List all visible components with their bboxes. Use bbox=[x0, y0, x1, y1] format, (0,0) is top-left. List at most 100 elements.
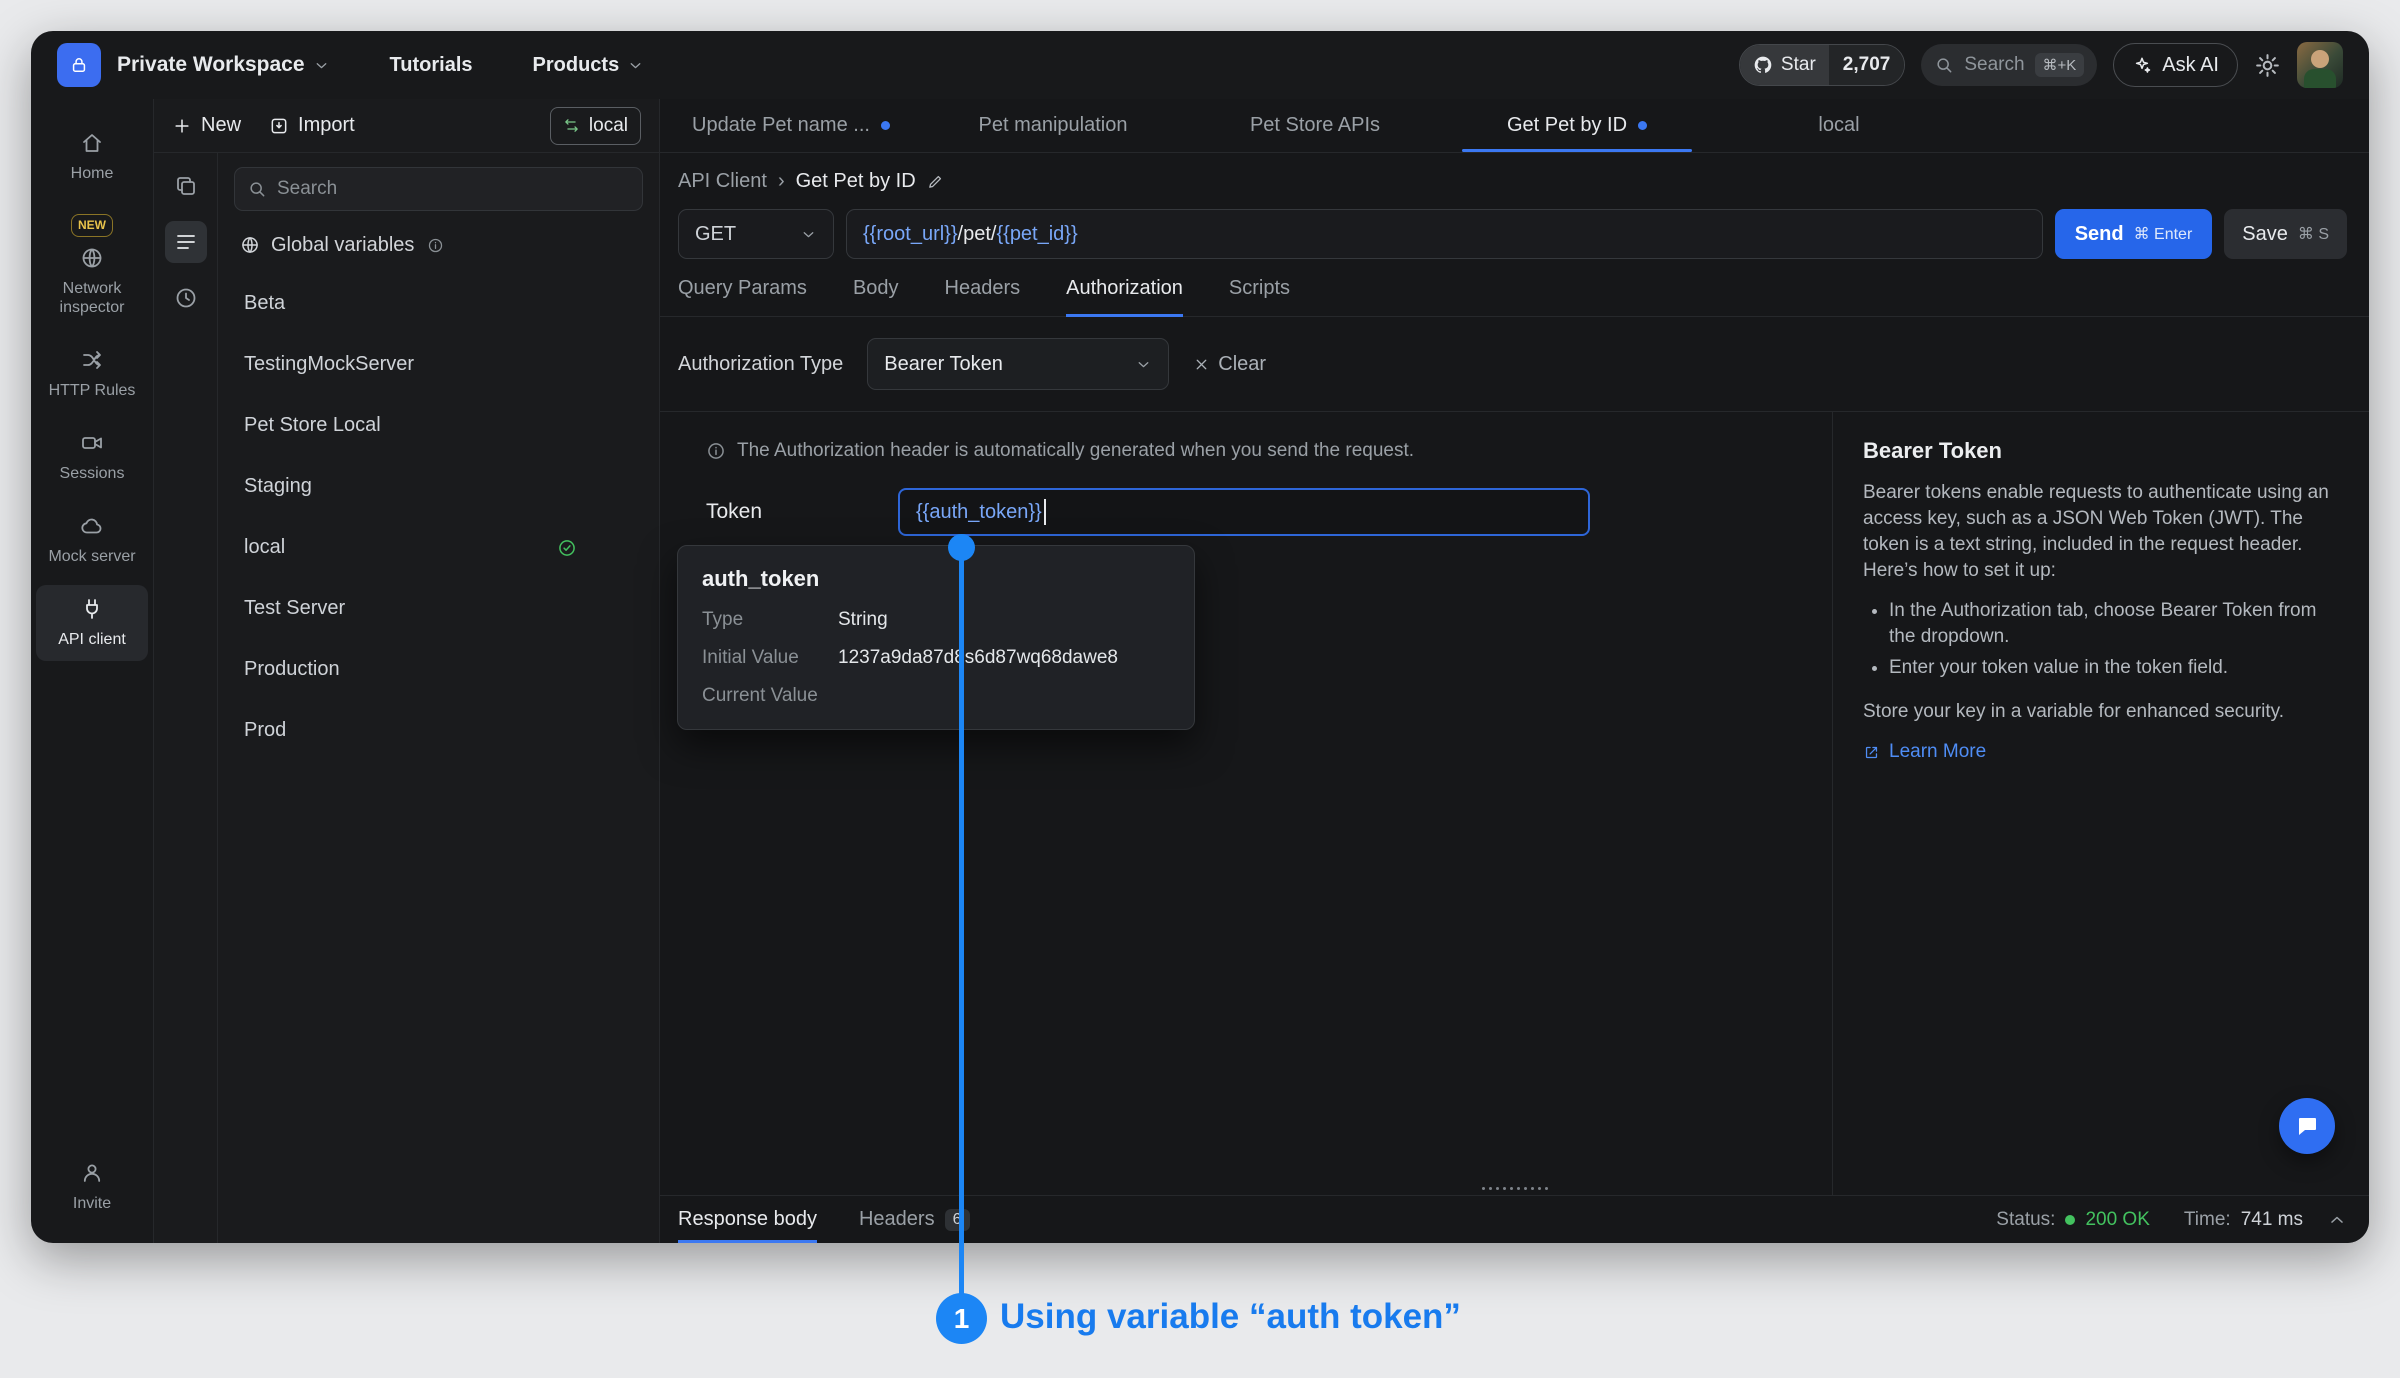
rename-request-button[interactable] bbox=[927, 173, 944, 190]
response-bar: Response body Headers 6 Status: 200 OK T… bbox=[660, 1195, 2369, 1243]
environment-item[interactable]: Test Server bbox=[234, 578, 643, 639]
import-button[interactable]: Import bbox=[269, 114, 355, 137]
settings-button[interactable] bbox=[2254, 52, 2281, 79]
copy-icon bbox=[174, 174, 198, 198]
token-label: Token bbox=[706, 500, 898, 524]
status-label: Status: bbox=[1996, 1209, 2055, 1231]
environment-item[interactable]: Pet Store Local bbox=[234, 395, 643, 456]
sidebar-item-http-rules[interactable]: HTTP Rules bbox=[36, 336, 148, 412]
global-search-button[interactable]: Search ⌘+K bbox=[1921, 44, 2097, 86]
environment-item[interactable]: Beta bbox=[234, 273, 643, 334]
home-icon bbox=[80, 131, 104, 155]
tab-get-pet-by-id[interactable]: Get Pet by ID bbox=[1446, 99, 1708, 152]
environment-item[interactable]: TestingMockServer bbox=[234, 334, 643, 395]
learn-more-link[interactable]: Learn More bbox=[1863, 741, 1986, 763]
globe-icon bbox=[240, 235, 260, 255]
chevron-down-icon bbox=[313, 57, 330, 74]
authorization-info: The Authorization header is automaticall… bbox=[660, 412, 1832, 462]
variable-type-value: String bbox=[838, 609, 1170, 631]
environment-item[interactable]: Production bbox=[234, 639, 643, 700]
list-icon bbox=[174, 230, 198, 254]
tab-local[interactable]: local bbox=[1708, 99, 1970, 152]
sidebar-item-api-client[interactable]: API client bbox=[36, 585, 148, 661]
github-star-count: 2,707 bbox=[1829, 45, 1905, 85]
sidebar-item-home[interactable]: Home bbox=[36, 119, 148, 195]
breadcrumb-current: Get Pet by ID bbox=[796, 170, 916, 193]
tab-query-params[interactable]: Query Params bbox=[678, 261, 807, 316]
sidebar-item-network-inspector[interactable]: NEW Network inspector bbox=[36, 202, 148, 329]
tab-authorization[interactable]: Authorization bbox=[1066, 261, 1183, 316]
variable-type-label: Type bbox=[702, 609, 838, 631]
swap-icon bbox=[563, 117, 580, 134]
tab-body[interactable]: Body bbox=[853, 261, 899, 316]
request-tabstrip: Update Pet name ... Pet manipulation Pet… bbox=[660, 99, 2369, 153]
pencil-icon bbox=[927, 173, 944, 190]
time-label: Time: bbox=[2184, 1209, 2231, 1231]
save-shortcut: ⌘ S bbox=[2298, 224, 2329, 244]
active-environment-check-icon bbox=[557, 538, 577, 558]
github-star-button[interactable]: Star 2,707 bbox=[1739, 44, 1905, 86]
resize-handle[interactable] bbox=[1482, 1187, 1548, 1190]
chat-widget-button[interactable] bbox=[2279, 1098, 2335, 1154]
annotation-label: Using variable “auth token” bbox=[1000, 1297, 1461, 1337]
global-variables-row[interactable]: Global variables bbox=[234, 217, 643, 273]
tab-update-pet-name[interactable]: Update Pet name ... bbox=[660, 99, 922, 152]
save-button[interactable]: Save ⌘ S bbox=[2224, 209, 2347, 259]
collections-tab[interactable] bbox=[165, 165, 207, 207]
menu-products[interactable]: Products bbox=[533, 54, 645, 77]
breadcrumb-root[interactable]: API Client bbox=[678, 170, 767, 193]
tab-pet-manipulation[interactable]: Pet manipulation bbox=[922, 99, 1184, 152]
history-tab[interactable] bbox=[165, 277, 207, 319]
collapse-response-button[interactable] bbox=[2327, 1210, 2347, 1230]
menu-tutorials[interactable]: Tutorials bbox=[390, 54, 473, 77]
close-icon bbox=[1193, 356, 1210, 373]
search-icon bbox=[1934, 55, 1954, 75]
chevron-down-icon bbox=[1135, 356, 1152, 373]
topbar-right: Star 2,707 Search ⌘+K Ask AI bbox=[1739, 42, 2343, 88]
environment-item[interactable]: Prod bbox=[234, 700, 643, 761]
headers-count-badge: 6 bbox=[945, 1209, 970, 1231]
request-bar: GET {{root_url}}/pet/{{pet_id}} Send ⌘ E… bbox=[660, 199, 2369, 261]
variable-details: Type String Initial Value 1237a9da87d8s6… bbox=[702, 609, 1170, 707]
plug-icon bbox=[80, 597, 104, 621]
environment-item[interactable]: Staging bbox=[234, 456, 643, 517]
tab-headers[interactable]: Headers bbox=[945, 261, 1021, 316]
environment-item-active[interactable]: local bbox=[234, 517, 643, 578]
tab-response-headers[interactable]: Headers 6 bbox=[859, 1196, 970, 1243]
topbar: Private Workspace Tutorials Products Sta… bbox=[31, 31, 2369, 99]
annotation-step-badge: 1 bbox=[936, 1293, 987, 1344]
cloud-icon bbox=[80, 514, 104, 538]
collections-header: New Import local bbox=[154, 99, 659, 153]
workspace-badge[interactable] bbox=[57, 43, 101, 87]
sidebar-item-invite[interactable]: Invite bbox=[36, 1149, 148, 1225]
new-badge: NEW bbox=[71, 214, 113, 237]
send-button[interactable]: Send ⌘ Enter bbox=[2055, 209, 2213, 259]
new-button[interactable]: New bbox=[172, 114, 241, 137]
sidebar-item-sessions[interactable]: Sessions bbox=[36, 419, 148, 495]
person-icon bbox=[80, 1161, 104, 1185]
token-input[interactable]: {{auth_token}} bbox=[898, 488, 1590, 536]
environments-tab[interactable] bbox=[165, 221, 207, 263]
app-body: Home NEW Network inspector HTTP Rules Se… bbox=[31, 99, 2369, 1243]
import-icon bbox=[269, 116, 289, 136]
variable-current-label: Current Value bbox=[702, 685, 838, 707]
unsaved-dot bbox=[881, 121, 890, 130]
sidebar-item-mock-server[interactable]: Mock server bbox=[36, 502, 148, 578]
variable-initial-value: 1237a9da87d8s6d87wq68dawe8 bbox=[838, 647, 1170, 669]
ask-ai-button[interactable]: Ask AI bbox=[2113, 43, 2238, 87]
environment-switcher[interactable]: local bbox=[550, 107, 641, 145]
rules-icon bbox=[80, 348, 104, 372]
workspace-switcher[interactable]: Private Workspace bbox=[117, 53, 330, 77]
environments-search[interactable] bbox=[234, 167, 643, 211]
url-input[interactable]: {{root_url}}/pet/{{pet_id}} bbox=[846, 209, 2043, 259]
method-select[interactable]: GET bbox=[678, 209, 834, 259]
clear-authorization-button[interactable]: Clear bbox=[1193, 353, 1266, 376]
tab-pet-store-apis[interactable]: Pet Store APIs bbox=[1184, 99, 1446, 152]
tab-response-body[interactable]: Response body bbox=[678, 1196, 817, 1243]
user-avatar[interactable] bbox=[2297, 42, 2343, 88]
help-bullet: Enter your token value in the token fiel… bbox=[1889, 655, 2339, 681]
authorization-type-select[interactable]: Bearer Token bbox=[867, 338, 1169, 390]
camera-icon bbox=[80, 431, 104, 455]
tab-scripts[interactable]: Scripts bbox=[1229, 261, 1290, 316]
search-input[interactable] bbox=[277, 178, 630, 200]
